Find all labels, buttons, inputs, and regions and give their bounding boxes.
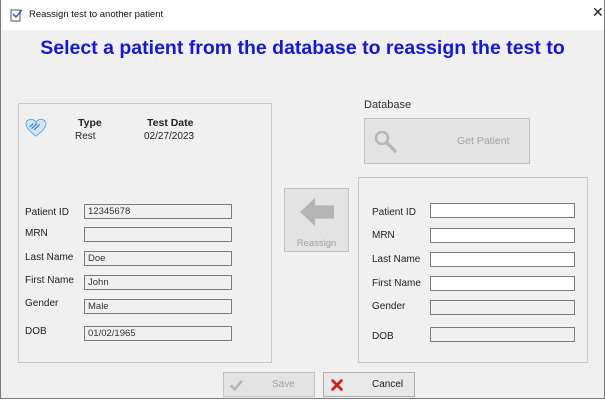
cancel-label: Cancel (372, 379, 404, 390)
current-dob-field: 01/02/1965 (84, 326, 232, 341)
first-name-label: First Name (25, 275, 74, 286)
db-first-name-input[interactable] (430, 276, 575, 291)
test-date-label: Test Date (147, 117, 194, 129)
get-patient-button[interactable]: Get Patient (364, 118, 530, 164)
title-bar: Reassign test to another patient ✕ (1, 0, 604, 30)
last-name-label: Last Name (25, 252, 74, 263)
test-date-value: 02/27/2023 (144, 131, 195, 142)
reassign-label: Reassign (296, 238, 337, 249)
window-title: Reassign test to another patient (29, 9, 164, 20)
db-dob-label: DOB (372, 331, 394, 342)
db-last-name-input[interactable] (430, 252, 575, 267)
db-last-name-label: Last Name (372, 254, 421, 265)
db-patient-id-label: Patient ID (372, 207, 416, 218)
get-patient-label: Get Patient (457, 135, 510, 147)
save-label: Save (272, 379, 295, 390)
db-first-name-label: First Name (372, 278, 421, 289)
db-gender-field (430, 300, 575, 315)
db-mrn-label: MRN (372, 230, 395, 241)
database-title: Database (364, 99, 412, 111)
dob-label: DOB (25, 326, 47, 337)
db-dob-field (430, 327, 575, 342)
type-value: Rest (75, 131, 96, 142)
reassign-button[interactable]: Reassign (284, 188, 349, 252)
current-patient-id-field: 12345678 (84, 204, 232, 219)
page-title: Select a patient from the database to re… (40, 37, 565, 59)
checkmark-icon (230, 380, 244, 392)
save-button[interactable]: Save (223, 372, 315, 397)
current-gender-field: Male (84, 299, 232, 314)
current-first-name-field: John (84, 275, 232, 290)
current-last-name-field: Doe (84, 251, 232, 266)
x-icon (331, 379, 343, 391)
patient-id-label: Patient ID (25, 207, 69, 218)
gender-label: Gender (25, 298, 59, 309)
close-icon[interactable]: ✕ (592, 5, 604, 21)
db-patient-id-input[interactable] (430, 203, 575, 218)
mrn-label: MRN (25, 228, 48, 239)
current-mrn-field (84, 227, 232, 242)
cancel-button[interactable]: Cancel (323, 372, 415, 397)
reassign-dialog: Reassign test to another patient ✕ Selec… (0, 0, 605, 399)
db-mrn-input[interactable] (430, 228, 575, 243)
type-label: Type (78, 117, 102, 129)
search-icon (374, 130, 397, 153)
arrow-left-icon (300, 197, 334, 227)
db-gender-label: Gender (372, 301, 406, 312)
heart-icon (25, 118, 47, 137)
app-icon (10, 9, 23, 22)
